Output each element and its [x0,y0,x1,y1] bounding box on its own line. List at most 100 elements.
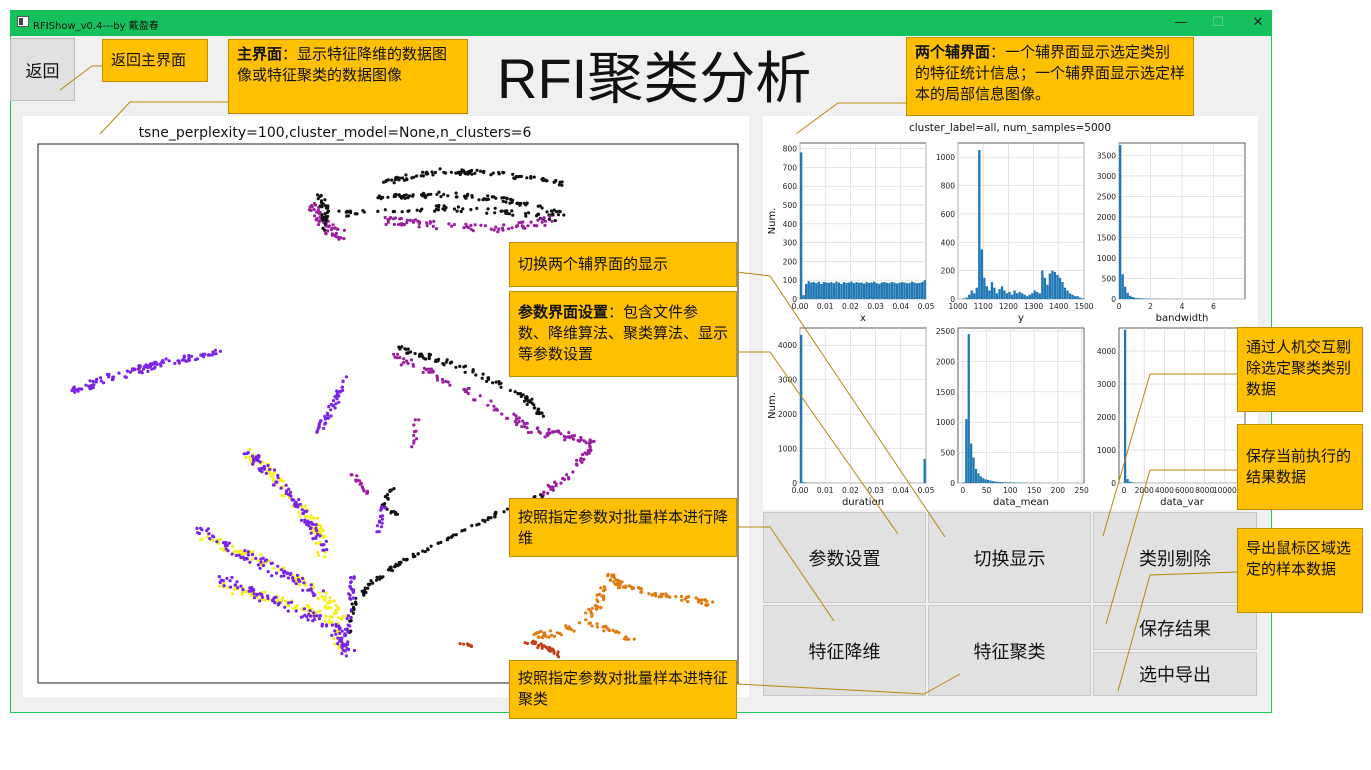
scatter-point [465,225,469,229]
scatter-point [630,587,634,591]
callout-back: 返回主界面 [102,39,208,82]
scatter-point [462,226,466,230]
scatter-point [384,222,388,227]
scatter-point [161,359,165,363]
histogram-bar [977,473,980,483]
scatter-point [452,207,457,211]
scatter-point [567,435,572,439]
scatter-point [261,563,266,567]
scatter-point [312,214,317,218]
scatter-point [543,178,547,182]
scatter-point [306,519,310,523]
scatter-point [337,646,341,650]
histogram-bar [970,443,973,483]
scatter-plot[interactable]: tsne_perplexity=100,cluster_model=None,n… [23,116,749,697]
main-plot-panel[interactable]: tsne_perplexity=100,cluster_model=None,n… [23,116,749,697]
histogram-bar [852,283,856,299]
scatter-point [353,212,357,216]
scatter-point [182,355,186,359]
scatter-point [588,621,592,625]
scatter-point [333,226,337,230]
scatter-point [323,222,327,226]
scatter-point [305,604,309,608]
x-tick-label: 1000 [948,302,967,311]
scatter-point [340,636,344,640]
scatter-point [469,227,473,231]
scatter-point [441,377,445,382]
back-button[interactable]: 返回 [10,38,75,101]
scatter-point [584,441,588,445]
scatter-point [324,421,328,425]
scatter-point [674,595,678,599]
scatter-point [420,354,424,358]
save-result-button[interactable]: 保存结果 [1093,605,1257,650]
remove-class-button[interactable]: 类别剔除 [1093,512,1257,603]
scatter-point [330,633,334,638]
export-selected-button[interactable]: 选中导出 [1093,652,1257,696]
y-tick-label: 400 [941,238,956,247]
scatter-point [260,470,264,474]
scatter-point [279,486,283,490]
scatter-point [309,520,313,524]
scatter-point [546,483,550,487]
scatter-point [602,597,606,602]
scatter-point [247,455,252,459]
histogram-bar [817,281,820,299]
scatter-point [345,617,349,621]
scatter-point [314,218,318,222]
scatter-point [584,611,588,615]
scatter-point [532,403,536,407]
scatter-point [250,557,254,561]
params-button[interactable]: 参数设置 [763,512,926,603]
histogram-bandwidth: 0 500 1000 1500 2000 2500 3000 3500 0 2 4 6bandwidt… [1097,142,1246,324]
scatter-point [406,361,410,365]
histogram-bar [1003,482,1007,483]
histogram-bar [805,283,808,299]
scatter-point [235,580,239,584]
histogram-bar [880,282,883,299]
histogram-bar [893,282,896,299]
scatter-point [546,491,550,495]
scatter-point [472,398,476,402]
toggle-display-button[interactable]: 切换显示 [928,512,1091,603]
scatter-point [132,367,136,371]
scatter-point [508,197,513,201]
scatter-point [652,592,656,596]
scatter-point [259,553,263,557]
scatter-point [621,585,626,589]
scatter-point [218,584,222,588]
histogram-bar [962,482,965,483]
scatter-point [500,226,504,230]
scatter-point [234,553,238,558]
maximize-button[interactable]: ☐ [1203,12,1233,34]
scatter-point [342,237,346,241]
scatter-point [540,635,545,640]
reduce-dimension-button[interactable]: 特征降维 [763,605,926,696]
scatter-point [392,352,396,356]
scatter-point [400,222,404,226]
histogram-bar [1134,297,1137,299]
scatter-point [284,599,288,603]
scatter-point [542,644,546,648]
scatter-point [336,235,340,239]
scatter-point [429,544,433,548]
scatter-point [529,430,533,434]
scatter-point [375,575,379,579]
scatter-point [552,651,556,655]
histogram-bar [1066,290,1069,299]
scatter-point [270,561,274,565]
minimize-button[interactable]: — [1166,12,1196,34]
scatter-point [250,454,255,458]
close-button[interactable]: ✕ [1243,12,1273,34]
scatter-point [462,642,466,646]
side-panel-title: cluster_label=all, num_samples=5000 [909,122,1111,134]
scatter-point [606,572,610,576]
scatter-point [314,541,318,545]
scatter-point [493,206,497,210]
scatter-point [206,527,210,531]
feature-cluster-button[interactable]: 特征聚类 [928,605,1091,696]
scatter-point [125,369,130,373]
scatter-point [465,642,469,646]
scatter-point [486,194,490,198]
scatter-point [510,209,514,213]
